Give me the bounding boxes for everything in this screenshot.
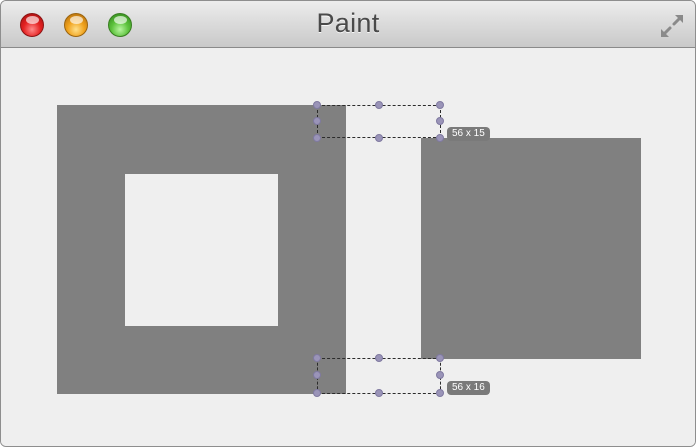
left-square-inner-cutout xyxy=(125,174,278,326)
selection-handle-bottom-right[interactable] xyxy=(436,134,444,142)
selection-handle-top-right[interactable] xyxy=(436,354,444,362)
selection-handle-top-left[interactable] xyxy=(313,354,321,362)
fullscreen-icon[interactable] xyxy=(655,9,689,43)
selection-size-label-top: 56 x 15 xyxy=(447,127,490,141)
selection-handle-middle-right[interactable] xyxy=(436,371,444,379)
window-title: Paint xyxy=(316,8,380,38)
selection-handle-bottom-right[interactable] xyxy=(436,389,444,397)
selection-size-label-bottom: 56 x 16 xyxy=(447,381,490,395)
title-bar[interactable]: Paint xyxy=(1,1,695,48)
selection-handle-bottom-middle[interactable] xyxy=(375,389,383,397)
selection-handle-middle-left[interactable] xyxy=(313,371,321,379)
selection-handle-bottom-left[interactable] xyxy=(313,389,321,397)
drawing-canvas[interactable]: 56 x 15 56 x 16 xyxy=(1,48,695,446)
selection-handle-top-middle[interactable] xyxy=(375,101,383,109)
selection-handle-middle-right[interactable] xyxy=(436,117,444,125)
selection-handle-bottom-left[interactable] xyxy=(313,134,321,142)
paint-window: Paint 56 x 15 56 x 16 xyxy=(0,0,696,447)
selection-handle-middle-left[interactable] xyxy=(313,117,321,125)
right-rectangle-shape[interactable] xyxy=(421,138,641,359)
selection-handle-bottom-middle[interactable] xyxy=(375,134,383,142)
selection-handle-top-middle[interactable] xyxy=(375,354,383,362)
selection-handle-top-left[interactable] xyxy=(313,101,321,109)
selection-handle-top-right[interactable] xyxy=(436,101,444,109)
